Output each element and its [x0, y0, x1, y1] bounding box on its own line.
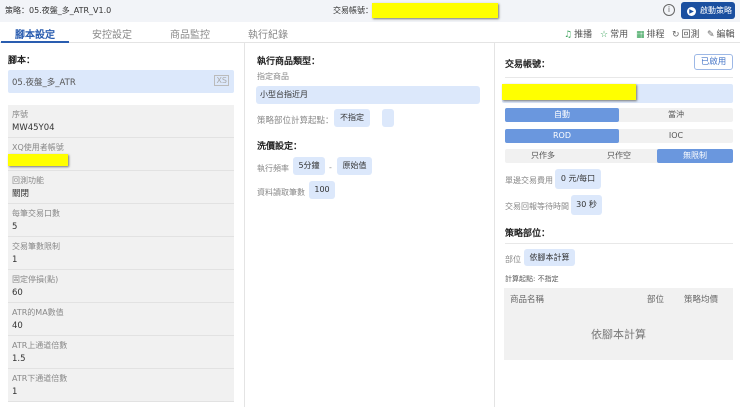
script-field-row: ATR下通道倍數 1 — [8, 369, 234, 402]
order-ioc[interactable]: IOC — [619, 129, 733, 143]
account-select[interactable] — [502, 84, 733, 103]
tab-risk-settings[interactable]: 安控設定 — [92, 26, 132, 41]
field-label: XQ使用者帳號 — [12, 143, 64, 152]
frequency-select[interactable]: 5分鐘 — [293, 157, 325, 175]
read-count-input[interactable]: 100 — [309, 181, 335, 199]
script-field-row: ATR上通道倍數 1.5 — [8, 336, 234, 369]
mode-daytrade[interactable]: 當沖 — [619, 108, 733, 122]
position-start-select[interactable]: 不指定 — [334, 109, 370, 127]
pencil-icon: ✎ — [707, 30, 715, 40]
order-rod[interactable]: ROD — [505, 129, 619, 143]
fee-label: 單邊交易費用 — [505, 176, 553, 185]
wait-label: 交易回報等待時間 — [505, 202, 569, 211]
trade-mode-toggle: 自動 當沖 — [505, 108, 733, 122]
wait-input[interactable]: 30 秒 — [571, 195, 602, 215]
calendar-icon: ▦ — [636, 30, 645, 40]
frequency-dash: - — [329, 163, 332, 172]
field-value: 5 — [12, 222, 18, 232]
script-name: 05.夜盤_多_ATR — [12, 78, 76, 88]
calc-start-text: 計算起點: 不指定 — [505, 275, 559, 283]
order-type-toggle: ROD IOC — [505, 129, 733, 143]
field-value: 40 — [12, 321, 23, 331]
product-panel: 執行商品類型： 指定商品 小型台指近月 策略部位計算起點： 不指定 洗價設定： … — [245, 43, 495, 407]
redacted-user — [8, 154, 68, 166]
redacted-account-value — [502, 84, 636, 100]
direction-unlimited[interactable]: 無限制 — [657, 149, 733, 163]
account-title: 交易帳號： — [505, 60, 551, 70]
frequency-label: 執行頻率 — [257, 164, 289, 173]
favorite-button[interactable]: ☆ 常用 — [600, 27, 628, 40]
position-title: 策略部位： — [505, 229, 551, 239]
script-field-row: 交易筆數限制 1 — [8, 237, 234, 270]
xs-badge-icon: XS — [214, 75, 229, 86]
field-value: MW45Y04 — [12, 123, 55, 133]
divider — [505, 243, 733, 244]
mode-auto[interactable]: 自動 — [505, 108, 619, 122]
divider — [505, 77, 733, 78]
tab-product-monitor[interactable]: 商品監控 — [170, 26, 210, 41]
table-empty-text: 依腳本計算 — [591, 328, 646, 341]
position-table: 商品名稱 部位 策略均價 依腳本計算 — [504, 288, 733, 360]
field-label: ATR下通道倍數 — [12, 374, 68, 383]
field-label: 回測功能 — [12, 176, 44, 185]
star-icon: ☆ — [600, 30, 609, 40]
script-field-row: 固定停損(點) 60 — [8, 270, 234, 303]
price-settings-title: 洗價設定： — [257, 142, 303, 152]
script-field-row: 回測功能 關閉 — [8, 171, 234, 204]
enabled-button[interactable]: 已啟用 — [694, 54, 733, 70]
product-select[interactable]: 小型台指近月 — [256, 86, 480, 104]
top-bar: 策略：05.夜盤_多_ATR_V1.0 交易帳號： i ▶ 啟動策略 — [0, 0, 740, 22]
account-label: 交易帳號： — [333, 6, 373, 15]
field-value: 1.5 — [12, 354, 26, 364]
product-type-title: 執行商品類型： — [257, 57, 321, 67]
backtest-icon: ↻ — [672, 30, 680, 40]
field-label: ATR的MA數值 — [12, 308, 64, 317]
play-icon: ▶ — [687, 7, 696, 16]
field-value: 1 — [12, 255, 18, 265]
field-label: 固定停損(點) — [12, 275, 59, 284]
strategy-label: 策略：05.夜盤_多_ATR_V1.0 — [5, 6, 112, 15]
col-product-name: 商品名稱 — [510, 295, 545, 305]
edit-button[interactable]: ✎ 編輯 — [707, 27, 735, 40]
col-position: 部位 — [647, 295, 665, 305]
tab-bar: 腳本設定 安控設定 商品監控 執行紀錄 ♫ 推播 ☆ 常用 ▦ 排程 ↻ 回測 ✎ 編輯 — [0, 22, 740, 43]
script-title: 腳本： — [8, 56, 36, 66]
script-name-field[interactable]: 05.夜盤_多_ATR XS — [8, 70, 234, 93]
tab-execution-log[interactable]: 執行紀錄 — [248, 26, 288, 41]
bell-icon: ♫ — [564, 30, 573, 40]
script-field-row: 序號 MW45Y04 — [8, 105, 234, 138]
position-label: 部位 — [505, 255, 521, 264]
position-start-label: 策略部位計算起點： — [257, 116, 334, 126]
field-label: ATR上通道倍數 — [12, 341, 68, 350]
script-field-row: 每筆交易口數 5 — [8, 204, 234, 237]
field-label: 每筆交易口數 — [12, 209, 60, 218]
backtest-button[interactable]: ↻ 回測 — [672, 27, 700, 40]
schedule-button[interactable]: ▦ 排程 — [636, 27, 665, 40]
script-field-row: ATR的MA數值 40 — [8, 303, 234, 336]
field-value: 關閉 — [12, 189, 30, 199]
direction-long-only[interactable]: 只作多 — [505, 149, 581, 163]
direction-short-only[interactable]: 只作空 — [581, 149, 657, 163]
start-strategy-button[interactable]: ▶ 啟動策略 — [681, 2, 735, 19]
position-select[interactable]: 依腳本計算 — [524, 249, 575, 266]
frequency-mode-select[interactable]: 原始值 — [337, 157, 372, 175]
field-value: 60 — [12, 288, 23, 298]
redacted-account — [372, 3, 498, 18]
fee-input[interactable]: 0 元/每口 — [555, 169, 601, 189]
script-field-row: XQ使用者帳號 — [8, 138, 234, 171]
info-icon[interactable]: i — [663, 4, 675, 16]
direction-toggle: 只作多 只作空 無限制 — [505, 149, 733, 163]
push-button[interactable]: ♫ 推播 — [564, 27, 592, 40]
field-value: 1 — [12, 387, 18, 397]
position-start-extra[interactable] — [382, 109, 394, 127]
tab-script-settings[interactable]: 腳本設定 — [1, 26, 69, 43]
col-avg-price: 策略均價 — [684, 295, 719, 305]
field-label: 交易筆數限制 — [12, 242, 60, 251]
read-count-label: 資料讀取筆數 — [257, 188, 305, 197]
script-panel: 腳本： 05.夜盤_多_ATR XS 序號 MW45Y04 XQ使用者帳號 回測功能關… — [0, 43, 245, 407]
field-label: 序號 — [12, 110, 28, 119]
product-sub-label: 指定商品 — [257, 72, 289, 81]
